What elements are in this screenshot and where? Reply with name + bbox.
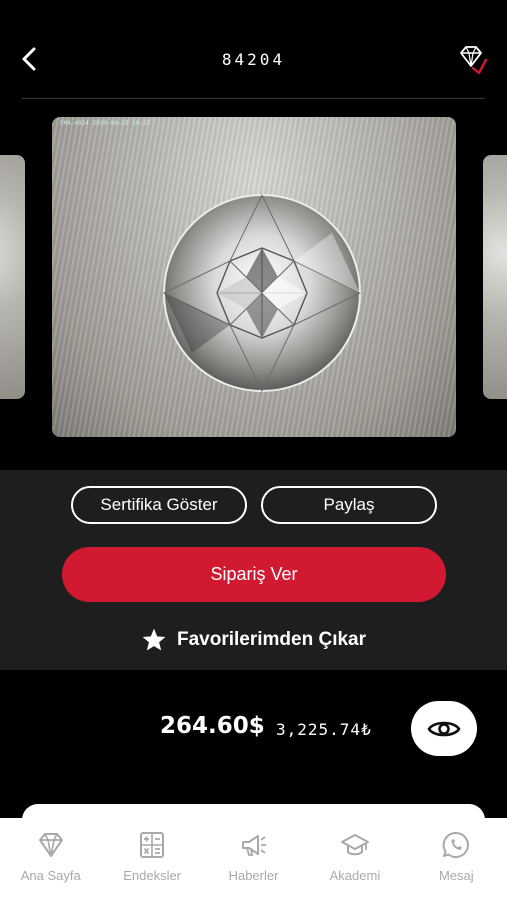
page-title: 84204: [221, 50, 286, 69]
megaphone-icon: [241, 835, 266, 856]
price-section: 264.60$ 3,225.74₺: [0, 670, 507, 834]
tab-indexes[interactable]: Endeksler: [101, 818, 202, 900]
view-toggle-button[interactable]: [411, 701, 477, 756]
diamond-logo-icon: [460, 46, 488, 75]
header: 84204: [0, 0, 507, 100]
tab-indexes-label: Endeksler: [123, 868, 182, 883]
price-try: 3,225.74₺: [276, 720, 372, 739]
header-divider: [22, 98, 485, 99]
action-panel: Sertifika Göster Paylaş Sipariş Ver Favo…: [0, 470, 507, 670]
graduation-cap-icon: [340, 834, 369, 856]
tab-message-label: Mesaj: [438, 868, 474, 883]
share-button[interactable]: Paylaş: [261, 486, 437, 524]
order-button[interactable]: Sipariş Ver: [62, 547, 446, 602]
whatsapp-icon: [442, 831, 470, 858]
tab-message[interactable]: Mesaj: [406, 818, 507, 900]
tab-bar: Ana Sayfa Endeksler Haberler Akademi Mes…: [0, 818, 507, 900]
tab-academy-label: Akademi: [329, 868, 381, 883]
tab-home-label: Ana Sayfa: [20, 868, 81, 883]
calculator-icon: [140, 832, 165, 858]
camera-overlay-text: CMA-4024 2020-04-29 10:52: [60, 120, 151, 127]
tab-home[interactable]: Ana Sayfa: [0, 818, 101, 900]
tab-news[interactable]: Haberler: [203, 818, 304, 900]
image-gallery[interactable]: CMA-4024 2020-04-29 10:52: [0, 100, 507, 470]
brand-logo[interactable]: [455, 42, 488, 75]
favorite-label: Favorilerimden Çıkar: [176, 629, 367, 650]
tab-news-label: Haberler: [228, 868, 279, 883]
diamond-icon: [38, 833, 63, 857]
price-usd: 264.60$: [160, 713, 265, 739]
tab-academy[interactable]: Akademi: [304, 818, 405, 900]
star-icon: [142, 628, 166, 651]
gallery-prev-image[interactable]: [0, 155, 25, 399]
diamond-image: [162, 193, 362, 393]
show-certificate-button[interactable]: Sertifika Göster: [71, 486, 247, 524]
diamond-photo[interactable]: CMA-4024 2020-04-29 10:52: [52, 117, 456, 437]
gallery-next-image[interactable]: [483, 155, 507, 399]
eye-icon: [427, 721, 461, 736]
remove-favorite-button[interactable]: Favorilerimden Çıkar: [0, 625, 507, 655]
